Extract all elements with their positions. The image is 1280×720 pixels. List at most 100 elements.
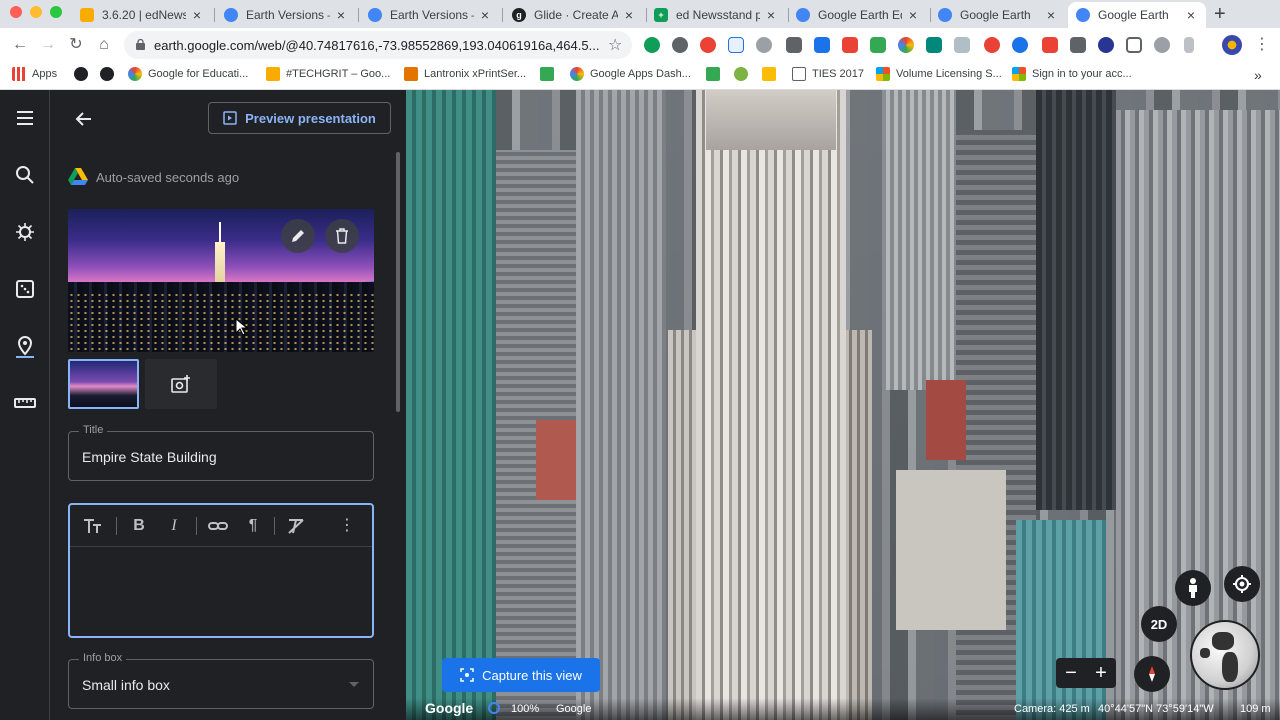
extension-icon[interactable] — [1042, 37, 1058, 53]
panel-scrollbar[interactable] — [396, 152, 400, 412]
edit-image-button[interactable] — [281, 219, 315, 253]
bookmark-sign-in[interactable]: Sign in to your acc... — [1012, 67, 1132, 81]
bookmark-apps[interactable]: Apps — [12, 67, 57, 81]
more-options-icon[interactable]: ⋮ — [336, 515, 358, 537]
extension-icon[interactable] — [1070, 37, 1086, 53]
new-tab-button[interactable]: + — [1214, 3, 1226, 26]
pocket-extension-icon[interactable] — [1126, 37, 1142, 53]
menu-icon[interactable] — [13, 106, 37, 130]
extension-icon[interactable] — [954, 37, 970, 53]
projects-icon[interactable] — [13, 334, 37, 358]
close-tab-icon[interactable]: × — [1184, 7, 1198, 23]
browser-tab[interactable]: g Glide · Create App × — [504, 2, 644, 28]
extension-icon[interactable] — [672, 37, 688, 53]
link-icon[interactable] — [207, 515, 229, 537]
add-photo-button[interactable] — [145, 359, 217, 409]
title-field[interactable]: Title Empire State Building — [68, 424, 374, 481]
bookmark-techgrit[interactable]: #TECHGRIT – Goo... — [266, 67, 390, 81]
browser-tab[interactable]: 3.6.20 | edNewsst × — [72, 2, 212, 28]
close-tab-icon[interactable]: × — [622, 7, 636, 23]
extension-icon[interactable] — [1012, 37, 1028, 53]
back-icon[interactable]: ← — [10, 35, 30, 55]
dropdown-arrow-icon[interactable] — [349, 682, 359, 687]
measure-ruler-icon[interactable] — [13, 391, 37, 415]
capture-this-view-button[interactable]: Capture this view — [442, 658, 600, 692]
window-zoom-button[interactable] — [50, 6, 62, 18]
extension-icon[interactable] — [1154, 37, 1170, 53]
extension-icon[interactable] — [984, 37, 1000, 53]
title-input[interactable]: Empire State Building — [82, 449, 217, 465]
pegman-street-view-button[interactable] — [1175, 570, 1211, 606]
browser-tab[interactable]: Earth Versions – C × — [360, 2, 500, 28]
voyager-icon[interactable] — [13, 220, 37, 244]
extension-icon[interactable] — [756, 37, 772, 53]
chrome-menu-icon[interactable]: ⋮ — [1252, 35, 1272, 55]
close-tab-icon[interactable]: × — [906, 7, 920, 23]
calendar-extension-icon[interactable] — [814, 37, 830, 53]
window-minimize-button[interactable] — [30, 6, 42, 18]
browser-tab[interactable]: Google Earth Edu × — [788, 2, 928, 28]
close-tab-icon[interactable]: × — [478, 7, 492, 23]
extension-icon[interactable] — [728, 37, 744, 53]
clear-formatting-icon[interactable] — [285, 515, 307, 537]
feeling-lucky-dice-icon[interactable] — [13, 277, 37, 301]
bookmark[interactable] — [734, 67, 754, 81]
toggle-2d-button[interactable]: 2D — [1141, 606, 1177, 642]
browser-tab-active[interactable]: Google Earth × — [1068, 2, 1206, 28]
reload-icon[interactable]: ↻ — [66, 35, 86, 55]
extension-icon[interactable] — [926, 37, 942, 53]
bold-icon[interactable]: B — [128, 515, 150, 537]
zoom-in-icon[interactable]: + — [1095, 662, 1107, 685]
extension-icon[interactable] — [1184, 37, 1194, 53]
my-location-button[interactable] — [1224, 566, 1260, 602]
text-size-icon[interactable] — [82, 515, 104, 537]
extension-icon[interactable] — [786, 37, 802, 53]
delete-image-button[interactable] — [325, 219, 359, 253]
address-bar[interactable]: earth.google.com/web/@40.74817616,-73.98… — [124, 31, 632, 59]
bookmark[interactable] — [100, 67, 120, 81]
bookmark[interactable] — [762, 67, 782, 81]
extension-icon[interactable] — [1098, 37, 1114, 53]
preview-presentation-button[interactable]: Preview presentation — [208, 102, 391, 134]
earth-3d-view[interactable]: Capture this view 2D − + Google 100% Goo… — [406, 90, 1280, 720]
browser-tab[interactable]: Earth Versions – C × — [216, 2, 356, 28]
extension-icon[interactable] — [842, 37, 858, 53]
close-tab-icon[interactable]: × — [334, 7, 348, 23]
window-close-button[interactable] — [10, 6, 22, 18]
paragraph-icon[interactable]: ¶ — [242, 515, 264, 537]
close-tab-icon[interactable]: × — [190, 7, 204, 23]
extension-icon[interactable] — [898, 37, 914, 53]
url-text[interactable]: earth.google.com/web/@40.74817616,-73.98… — [154, 38, 599, 53]
close-tab-icon[interactable]: × — [1044, 7, 1058, 23]
bookmark[interactable] — [74, 67, 94, 81]
data-attribution[interactable]: Google — [556, 703, 591, 715]
grammarly-extension-icon[interactable] — [644, 37, 660, 53]
description-editor[interactable]: B I ¶ ⋮ — [68, 503, 374, 638]
browser-tab[interactable]: Google Earth × — [930, 2, 1066, 28]
forward-icon[interactable]: → — [38, 35, 58, 55]
bookmark-volume-licensing[interactable]: Volume Licensing S... — [876, 67, 1002, 81]
info-box-select[interactable]: Info box Small info box — [68, 652, 374, 709]
close-tab-icon[interactable]: × — [764, 7, 778, 23]
bookmark-star-icon[interactable]: ☆ — [608, 35, 622, 55]
bookmark-google-apps-dashboard[interactable]: Google Apps Dash... — [570, 67, 691, 81]
profile-avatar[interactable] — [1222, 35, 1242, 55]
more-bookmarks-icon[interactable]: » — [1254, 67, 1262, 83]
search-icon[interactable] — [13, 163, 37, 187]
zoom-out-icon[interactable]: − — [1065, 662, 1077, 685]
feature-image[interactable] — [68, 209, 374, 352]
bookmark-lantronix[interactable]: Lantronix xPrintSer... — [404, 67, 526, 81]
mini-globe[interactable] — [1190, 620, 1260, 690]
bookmark[interactable] — [540, 67, 560, 81]
image-thumbnail-selected[interactable] — [68, 359, 139, 409]
empire-state-building[interactable] — [696, 90, 846, 720]
extension-icon[interactable] — [870, 37, 886, 53]
compass-button[interactable] — [1134, 656, 1170, 692]
home-icon[interactable]: ⌂ — [94, 35, 114, 55]
italic-icon[interactable]: I — [163, 515, 185, 537]
bookmark-folder-ties[interactable]: TIES 2017 — [792, 67, 864, 81]
extension-icon[interactable] — [700, 37, 716, 53]
bookmark[interactable] — [706, 67, 726, 81]
browser-tab[interactable]: + ed Newsstand po × — [646, 2, 786, 28]
bookmark-google-for-education[interactable]: Google for Educati... — [128, 67, 248, 81]
